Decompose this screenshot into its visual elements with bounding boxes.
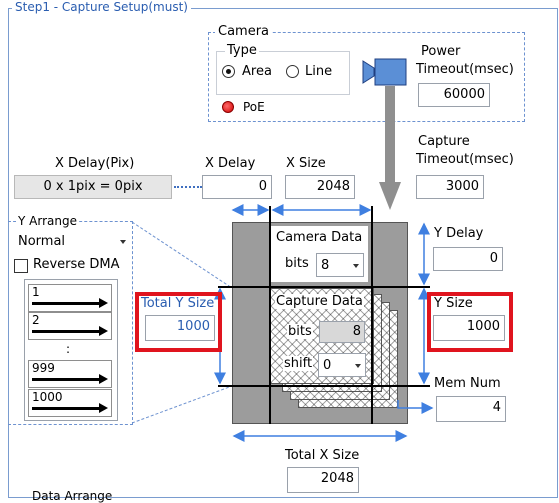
poe-status-icon <box>222 101 234 113</box>
mem-num-label: Mem Num <box>434 376 501 391</box>
capture-data-title: Capture Data <box>275 294 364 309</box>
data-arrange-label: Data Arrange <box>32 489 113 503</box>
y-size-input[interactable]: 1000 <box>433 315 505 341</box>
total-x-size-label: Total X Size <box>285 448 360 463</box>
capture-setup-panel: Step1 - Capture Setup(must) Camera Type … <box>0 0 559 503</box>
camera-data-title: Camera Data <box>276 230 363 245</box>
total-y-size-label: Total Y Size <box>141 296 215 311</box>
y-delay-label: Y Delay <box>434 226 484 241</box>
line-item: 999 <box>28 360 112 388</box>
capture-shift-label: shift <box>283 356 314 371</box>
capture-timeout-label: Timeout(msec) <box>416 152 514 167</box>
poe-label: PoE <box>243 100 265 114</box>
reverse-dma-checkbox[interactable] <box>14 259 28 273</box>
chevron-down-icon <box>120 240 126 244</box>
capture-shift-value: 0 <box>323 358 332 373</box>
camera-bits-value: 8 <box>321 258 330 273</box>
step1-title: Step1 - Capture Setup(must) <box>12 0 191 14</box>
type-line-label: Line <box>305 64 333 79</box>
frame-line <box>269 206 271 424</box>
power-timeout-label: Timeout(msec) <box>416 62 514 77</box>
capture-shift-select[interactable]: 0 <box>318 353 366 377</box>
reverse-dma-label: Reverse DMA <box>33 257 120 272</box>
power-label: Power <box>421 44 461 59</box>
total-y-size-input[interactable]: 1000 <box>145 315 215 341</box>
capture-bits-value: 8 <box>319 321 365 343</box>
camera-bits-label: bits <box>285 256 309 271</box>
y-arrange-value: Normal <box>18 234 66 249</box>
down-arrow-icon <box>379 86 401 210</box>
camera-type-label: Type <box>225 43 259 58</box>
type-area-radio[interactable] <box>222 65 235 78</box>
power-timeout-input[interactable]: 60000 <box>418 83 490 107</box>
line-item: 1000 <box>28 389 112 417</box>
mem-num-input[interactable]: 4 <box>436 396 506 422</box>
chevron-down-icon <box>355 364 361 368</box>
capture-bits-label: bits <box>287 324 313 339</box>
total-x-size-input[interactable]: 2048 <box>287 467 359 493</box>
line-item: 2 <box>28 312 112 340</box>
chevron-down-icon <box>353 264 359 268</box>
camera-icon <box>362 58 407 86</box>
x-delay-pix-value: 0 x 1pix = 0pix <box>14 175 172 199</box>
x-size-label: X Size <box>286 156 326 171</box>
type-line-radio[interactable] <box>286 65 299 78</box>
x-delay-pix-label: X Delay(Pix) <box>55 156 135 171</box>
type-area-label: Area <box>242 64 272 79</box>
y-delay-input[interactable]: 0 <box>433 247 503 271</box>
y-arrange-label: Y Arrange <box>16 214 79 228</box>
camera-group-label: Camera <box>215 24 273 39</box>
y-arrange-select[interactable]: Normal <box>14 232 130 252</box>
frame-line <box>218 385 430 387</box>
capture-label: Capture <box>418 134 470 149</box>
line-ellipsis: : <box>66 342 71 356</box>
camera-bits-select[interactable]: 8 <box>316 253 364 277</box>
frame-line <box>371 206 373 424</box>
frame-line <box>218 286 430 288</box>
x-delay-input[interactable]: 0 <box>202 175 272 199</box>
line-item: 1 <box>28 284 112 312</box>
x-size-input[interactable]: 2048 <box>285 175 355 199</box>
y-size-label: Y Size <box>434 296 473 311</box>
x-delay-label: X Delay <box>205 156 256 171</box>
capture-timeout-input[interactable]: 3000 <box>416 175 484 199</box>
x-delay-connector <box>174 186 202 188</box>
